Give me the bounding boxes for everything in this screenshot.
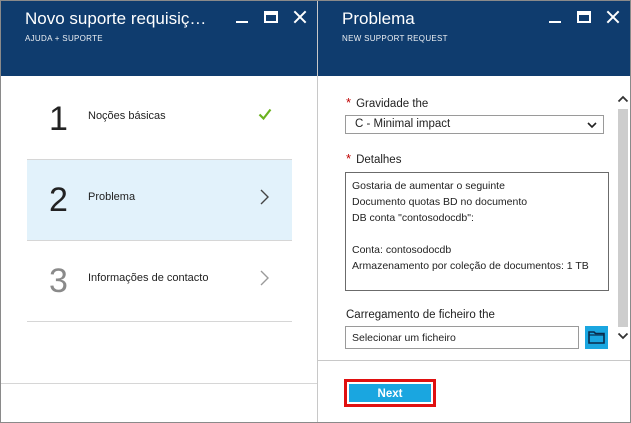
- file-upload-label: Carregamento de ficheiro the: [346, 309, 495, 321]
- blade-window-controls: [235, 10, 307, 24]
- close-icon[interactable]: [606, 10, 620, 24]
- step-number: 3: [49, 262, 68, 300]
- next-button-highlight: Next: [344, 379, 436, 407]
- chevron-right-icon: [258, 269, 272, 287]
- portal-window: Novo suporte requisição... AJUDA + SUPOR…: [0, 0, 631, 423]
- blade-title: Problema: [342, 9, 415, 28]
- minimize-icon[interactable]: [548, 10, 562, 24]
- step-label: Informações de contacto: [88, 272, 209, 284]
- severity-label-text: Gravidade the: [356, 98, 429, 110]
- support-request-blade: Novo suporte requisição... AJUDA + SUPOR…: [1, 1, 318, 422]
- browse-file-button[interactable]: [585, 326, 608, 349]
- scroll-down-icon[interactable]: [617, 328, 629, 346]
- blade-subtitle: AJUDA + SUPORTE: [25, 34, 103, 43]
- blade-title: Novo suporte requisição...: [25, 9, 215, 28]
- folder-icon: [588, 331, 605, 344]
- step-label: Problema: [88, 191, 136, 203]
- check-icon: [258, 107, 272, 125]
- problem-blade: Problema NEW SUPPORT REQUEST * Gravidade …: [318, 1, 630, 422]
- blade-header: Novo suporte requisição... AJUDA + SUPOR…: [1, 1, 317, 76]
- form-scrollbar[interactable]: [616, 91, 630, 346]
- severity-selected-value: C - Minimal impact: [355, 118, 451, 130]
- chevron-down-icon: [587, 120, 597, 132]
- severity-label: * Gravidade the: [346, 95, 428, 110]
- wizard-steps: 1 Noções básicas 2 Problema 3 Informaçõe…: [27, 79, 292, 322]
- minimize-icon[interactable]: [235, 10, 249, 24]
- step-basics[interactable]: 1 Noções básicas: [27, 79, 292, 160]
- divider: [1, 383, 317, 384]
- divider: [318, 360, 630, 361]
- step-contact-info[interactable]: 3 Informações de contacto: [27, 241, 292, 322]
- step-problem[interactable]: 2 Problema: [27, 160, 292, 241]
- blade-subtitle: NEW SUPPORT REQUEST: [342, 34, 448, 43]
- step-number: 1: [49, 100, 68, 138]
- file-select-input[interactable]: Selecionar um ficheiro: [345, 326, 579, 349]
- next-button[interactable]: Next: [349, 384, 431, 402]
- scroll-thumb[interactable]: [618, 109, 628, 327]
- scroll-up-icon[interactable]: [617, 91, 629, 109]
- details-label-text: Detalhes: [356, 154, 402, 166]
- details-textarea[interactable]: Gostaria de aumentar o seguinte Document…: [345, 172, 609, 291]
- blade-header: Problema NEW SUPPORT REQUEST: [318, 1, 630, 76]
- close-icon[interactable]: [293, 10, 307, 24]
- maximize-icon[interactable]: [264, 11, 278, 23]
- maximize-icon[interactable]: [577, 11, 591, 23]
- details-label: * Detalhes: [346, 151, 401, 166]
- required-marker: *: [346, 95, 352, 110]
- blade-window-controls: [548, 10, 620, 24]
- chevron-right-icon: [258, 188, 272, 206]
- step-number: 2: [49, 181, 68, 219]
- required-marker: *: [346, 151, 352, 166]
- step-label: Noções básicas: [88, 110, 166, 122]
- severity-select[interactable]: C - Minimal impact: [345, 115, 604, 134]
